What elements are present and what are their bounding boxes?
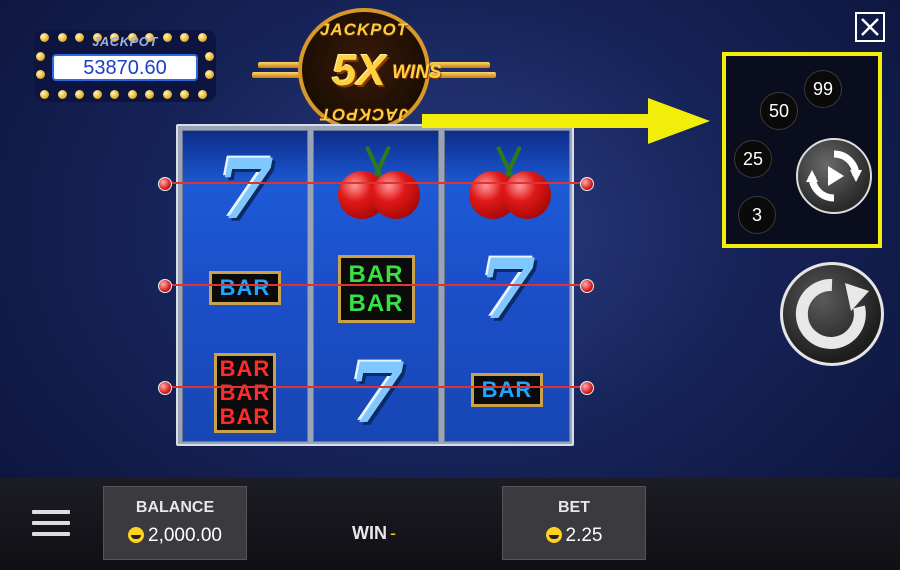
jackpot-light bbox=[162, 90, 172, 99]
autoplay-option-99[interactable]: 99 bbox=[804, 70, 842, 108]
jackpot-light bbox=[145, 90, 154, 99]
bet-value: 2.25 bbox=[565, 525, 603, 546]
close-button[interactable] bbox=[855, 12, 885, 42]
jackpot-title: JACKPOT bbox=[92, 34, 158, 49]
bar-label: BAR bbox=[470, 373, 544, 407]
win-value: - bbox=[390, 523, 396, 543]
bar-symbol: BAR bbox=[445, 373, 569, 407]
coin-icon bbox=[128, 527, 145, 543]
close-icon bbox=[861, 18, 879, 36]
jackpot-light bbox=[40, 90, 49, 99]
balance-value-row: 2,000.00 bbox=[104, 525, 246, 547]
autoplay-button[interactable] bbox=[796, 138, 872, 214]
reel-2: BAR BAR 7 bbox=[313, 130, 439, 442]
bet-box[interactable]: BET 2.25 bbox=[502, 486, 646, 560]
payline-marker bbox=[580, 177, 594, 191]
jackpot-light bbox=[36, 52, 45, 61]
jackpot-value: 53870.60 bbox=[52, 54, 198, 81]
jackpot-light bbox=[75, 90, 84, 99]
payline-marker bbox=[158, 177, 172, 191]
autoplay-option-50[interactable]: 50 bbox=[760, 92, 798, 130]
autoplay-icon bbox=[806, 150, 862, 202]
jackpot-meter: JACKPOT 53870.60 bbox=[34, 30, 216, 102]
jackpot-light bbox=[180, 90, 189, 99]
payline-marker bbox=[580, 381, 594, 395]
balance-value: 2,000.00 bbox=[148, 525, 222, 546]
bar-label: BAR bbox=[219, 356, 271, 381]
jackpot-light bbox=[127, 90, 137, 99]
coin-icon bbox=[545, 527, 562, 543]
payline-marker bbox=[158, 381, 172, 395]
jackpot-light bbox=[110, 90, 119, 99]
jackpot-light bbox=[205, 70, 214, 79]
jackpot-light bbox=[36, 70, 45, 79]
payline-2 bbox=[165, 284, 587, 286]
bar-symbol: BAR bbox=[183, 271, 307, 305]
bar-label: BAR bbox=[219, 380, 271, 405]
seven-symbol: 7 bbox=[347, 346, 405, 442]
logo-stripe bbox=[252, 72, 302, 78]
logo-wins: WINS bbox=[392, 62, 442, 83]
bet-value-row: 2.25 bbox=[503, 525, 645, 547]
jackpot-light bbox=[92, 90, 102, 99]
logo-multiplier: 5X bbox=[332, 46, 386, 95]
double-bar-symbol: BAR BAR bbox=[314, 255, 438, 323]
menu-button[interactable] bbox=[32, 508, 70, 538]
triple-bar-symbol: BAR BAR BAR bbox=[183, 353, 307, 433]
jackpot-light bbox=[205, 52, 214, 61]
logo-stripe bbox=[258, 62, 302, 68]
payline-1 bbox=[165, 182, 587, 184]
reel-1: 7 BAR BAR BAR BAR bbox=[182, 130, 308, 442]
spin-button[interactable] bbox=[780, 262, 884, 366]
balance-box: BALANCE 2,000.00 bbox=[103, 486, 247, 560]
payline-marker bbox=[158, 279, 172, 293]
highlight-arrow-head bbox=[648, 98, 710, 144]
payline-marker bbox=[580, 279, 594, 293]
jackpot-light bbox=[197, 90, 207, 99]
logo-bottom-text: JACKPOT bbox=[319, 105, 409, 124]
bet-label: BET bbox=[558, 499, 590, 516]
seven-symbol: 7 bbox=[216, 142, 274, 238]
autoplay-panel: 99 50 25 3 bbox=[722, 52, 882, 248]
seven-symbol: 7 bbox=[478, 242, 536, 338]
logo-top-text: JACKPOT bbox=[319, 20, 409, 39]
reel-3: 7 BAR bbox=[444, 130, 570, 442]
autoplay-option-25[interactable]: 25 bbox=[734, 140, 772, 178]
autoplay-option-3[interactable]: 3 bbox=[738, 196, 776, 234]
bar-label: BAR bbox=[348, 290, 404, 317]
payline-3 bbox=[165, 386, 587, 388]
bar-label: BAR bbox=[208, 271, 282, 305]
highlight-arrow-shaft bbox=[422, 114, 650, 128]
win-label: WIN bbox=[352, 523, 387, 543]
jackpot-light bbox=[57, 90, 67, 99]
bar-label: BAR bbox=[219, 404, 271, 429]
menu-icon bbox=[32, 510, 70, 514]
spin-icon bbox=[795, 278, 869, 349]
balance-label: BALANCE bbox=[135, 499, 215, 516]
